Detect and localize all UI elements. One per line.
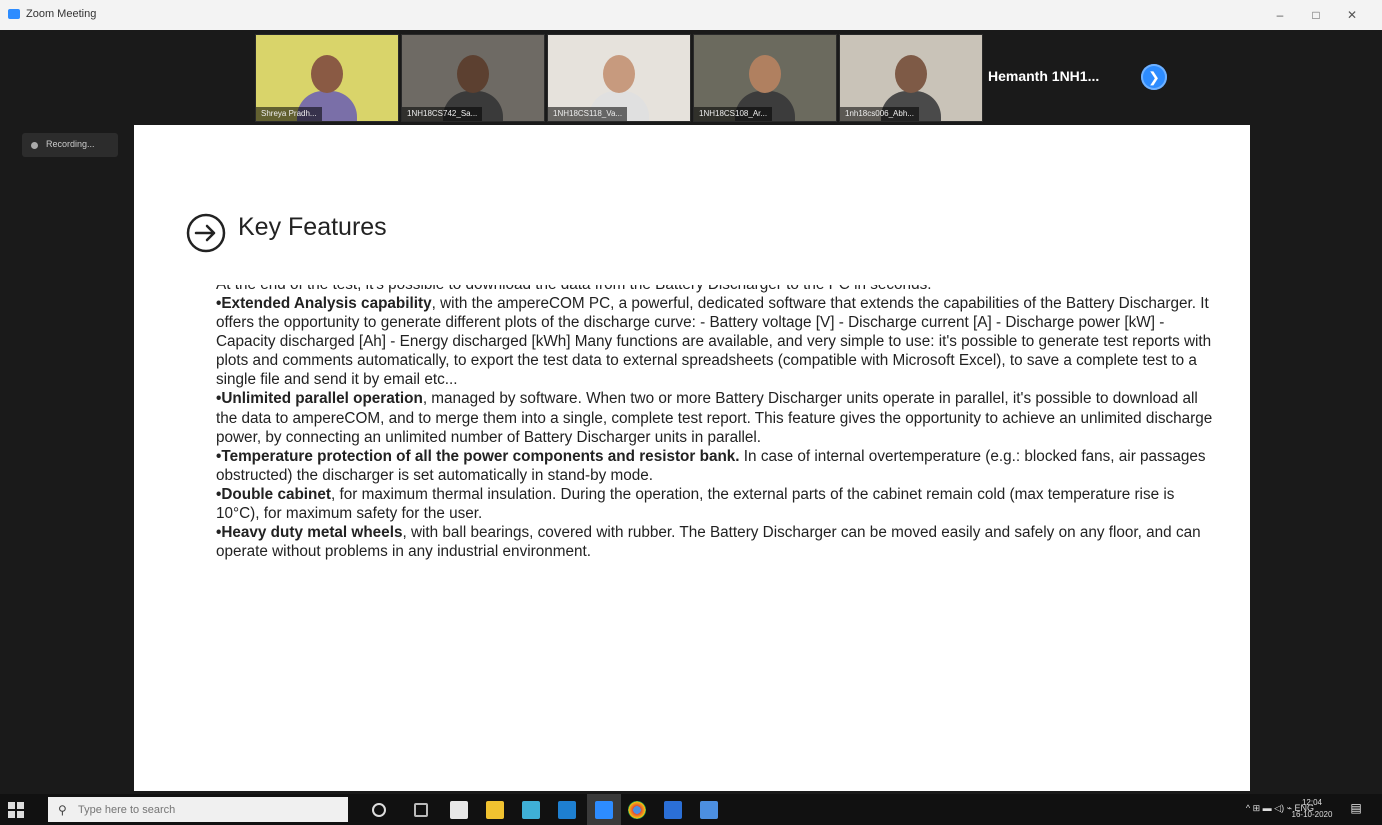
store-icon[interactable]: [450, 801, 468, 819]
feature-item: •Extended Analysis capability, with the …: [216, 294, 1216, 389]
zoom-taskbar-icon[interactable]: [595, 801, 613, 819]
window-title: Zoom Meeting: [26, 8, 97, 20]
participant-name: 1NH18CS118_Va...: [548, 107, 628, 121]
participant-video[interactable]: 1nh18cs006_Abh...: [839, 34, 983, 122]
participant-video[interactable]: 1NH18CS742_Sa...: [401, 34, 545, 122]
feature-heading: •Unlimited parallel operation: [216, 390, 423, 408]
shared-slide: Key Features At the end of the test, it'…: [134, 125, 1250, 791]
cortana-icon[interactable]: [372, 803, 386, 817]
close-button[interactable]: ✕: [1340, 6, 1364, 24]
arrow-right-circle-icon: [186, 213, 226, 253]
taskbar-clock[interactable]: 12:04 16-10-2020: [1290, 797, 1334, 821]
feature-item: •Double cabinet, for maximum thermal ins…: [216, 485, 1216, 523]
recording-label: Recording...: [46, 139, 95, 149]
search-icon: ⚲: [58, 803, 67, 817]
participant-video[interactable]: Shreya Pradh...: [255, 34, 399, 122]
photos-icon[interactable]: [522, 801, 540, 819]
file-explorer-icon[interactable]: [486, 801, 504, 819]
feature-item: •Unlimited parallel operation, managed b…: [216, 389, 1216, 446]
task-view-icon[interactable]: [414, 803, 428, 817]
participant-name: 1NH18CS108_Ar...: [694, 107, 773, 121]
feature-heading: •Heavy duty metal wheels: [216, 524, 403, 542]
taskbar-search[interactable]: ⚲: [48, 797, 348, 822]
chrome-icon[interactable]: [628, 801, 646, 819]
feature-item: •Heavy duty metal wheels, with ball bear…: [216, 523, 1216, 561]
feature-item: •Temperature protection of all the power…: [216, 447, 1216, 485]
recording-indicator[interactable]: Recording...: [22, 133, 118, 157]
zoom-app-icon: [8, 9, 20, 19]
edge-icon[interactable]: [558, 801, 576, 819]
participant-name: Shreya Pradh...: [256, 107, 322, 121]
clipped-text-line: At the end of the test, it's possible to…: [216, 285, 1216, 294]
maximize-button[interactable]: □: [1304, 6, 1328, 24]
feature-heading: •Temperature protection of all the power…: [216, 447, 740, 465]
next-participants-button[interactable]: ❯: [1141, 64, 1167, 90]
mail-icon[interactable]: [700, 801, 718, 819]
notifications-icon[interactable]: ▤: [1348, 801, 1364, 817]
meeting-stage: Shreya Pradh... 1NH18CS742_Sa... 1NH18CS11…: [0, 30, 1382, 794]
windows-start-icon[interactable]: [8, 802, 24, 818]
feature-text: , for maximum thermal insulation. During…: [216, 485, 1175, 523]
minimize-button[interactable]: –: [1268, 6, 1292, 24]
participant-name: 1nh18cs006_Abh...: [840, 107, 919, 121]
windows-taskbar: ⚲ ^ ⊞ ▬ ◁) ⌁ ENG 12:04 16-10-2020 ▤: [0, 794, 1382, 825]
search-input[interactable]: [76, 801, 340, 819]
feature-list: •Extended Analysis capability, with the …: [216, 294, 1216, 561]
active-speaker-name[interactable]: Hemanth 1NH1...: [988, 68, 1099, 84]
slide-body: At the end of the test, it's possible to…: [216, 285, 1216, 561]
slide-title: Key Features: [238, 213, 387, 241]
word-icon[interactable]: [664, 801, 682, 819]
feature-heading: •Extended Analysis capability: [216, 295, 432, 312]
participant-video[interactable]: 1NH18CS108_Ar...: [693, 34, 837, 122]
participant-name: 1NH18CS742_Sa...: [402, 107, 483, 121]
window-title-bar: Zoom Meeting – □ ✕: [0, 0, 1382, 31]
feature-heading: •Double cabinet: [216, 485, 331, 503]
recording-icon: [31, 142, 38, 149]
participant-video[interactable]: 1NH18CS118_Va...: [547, 34, 691, 122]
